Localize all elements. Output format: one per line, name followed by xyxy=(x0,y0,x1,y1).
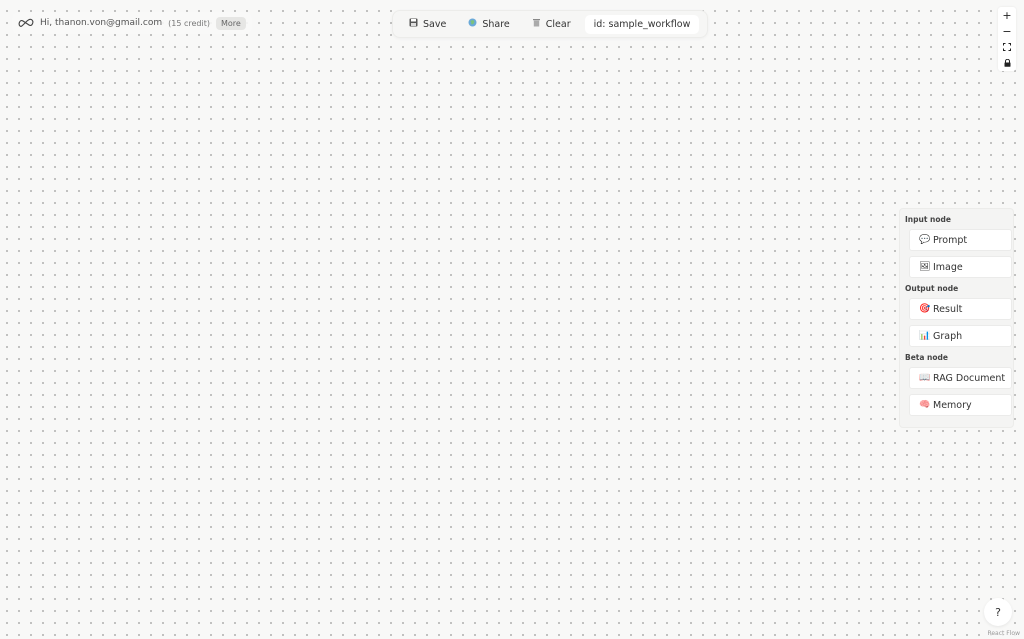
brain-icon: 🧠 xyxy=(919,400,931,410)
zoom-in-button[interactable]: + xyxy=(998,7,1016,23)
lock-button[interactable] xyxy=(998,55,1016,71)
open-book-icon: 📖 xyxy=(919,373,931,383)
share-button[interactable]: Share xyxy=(460,15,517,33)
more-button[interactable]: More xyxy=(215,16,246,30)
speech-bubble-icon: 💬 xyxy=(919,235,931,245)
node-memory-button[interactable]: 🧠 Memory xyxy=(909,394,1012,416)
user-greeting: Hi, thanon.von@gmail.com xyxy=(40,18,163,28)
share-label: Share xyxy=(482,18,510,30)
section-label-input: Input node xyxy=(905,215,951,224)
react-flow-attribution[interactable]: React Flow xyxy=(985,630,1022,637)
node-prompt-button[interactable]: 💬 Prompt xyxy=(909,229,1012,251)
node-label: Image xyxy=(933,261,963,273)
section-label-output: Output node xyxy=(905,284,959,293)
picture-icon: 🖼 xyxy=(919,262,931,272)
node-label: Prompt xyxy=(933,234,968,246)
bar-chart-icon: 📊 xyxy=(919,331,931,341)
node-label: Result xyxy=(933,303,963,315)
fit-view-icon xyxy=(1003,43,1011,51)
node-label: Memory xyxy=(933,399,972,411)
save-label: Save xyxy=(423,18,447,30)
infinity-link-icon[interactable] xyxy=(18,17,34,29)
workflow-id: id: sample_workflow xyxy=(584,14,700,34)
globe-icon xyxy=(468,18,477,30)
toolbar: Save Share Clear id: sample_workflow xyxy=(392,10,709,38)
trash-icon xyxy=(532,18,541,30)
node-graph-button[interactable]: 📊 Graph xyxy=(909,325,1012,347)
help-button[interactable]: ? xyxy=(984,598,1012,626)
target-icon: 🎯 xyxy=(919,304,931,314)
credit-count: (15 credit) xyxy=(168,18,210,28)
node-label: RAG Document xyxy=(933,372,1006,384)
user-bar: Hi, thanon.von@gmail.com (15 credit) Mor… xyxy=(12,12,252,34)
lock-icon xyxy=(1004,59,1011,67)
zoom-out-button[interactable]: − xyxy=(998,23,1016,39)
zoom-controls: + − xyxy=(998,7,1016,71)
clear-button[interactable]: Clear xyxy=(524,15,579,33)
node-rag-document-button[interactable]: 📖 RAG Document xyxy=(909,367,1012,389)
node-result-button[interactable]: 🎯 Result xyxy=(909,298,1012,320)
section-label-beta: Beta node xyxy=(905,353,949,362)
floppy-disk-icon xyxy=(409,18,418,30)
node-palette: Input node 💬 Prompt 🖼 Image Output node … xyxy=(899,208,1014,428)
clear-label: Clear xyxy=(545,18,571,30)
node-label: Graph xyxy=(933,330,963,342)
save-button[interactable]: Save xyxy=(401,15,454,33)
fit-view-button[interactable] xyxy=(998,39,1016,55)
node-image-button[interactable]: 🖼 Image xyxy=(909,256,1012,278)
